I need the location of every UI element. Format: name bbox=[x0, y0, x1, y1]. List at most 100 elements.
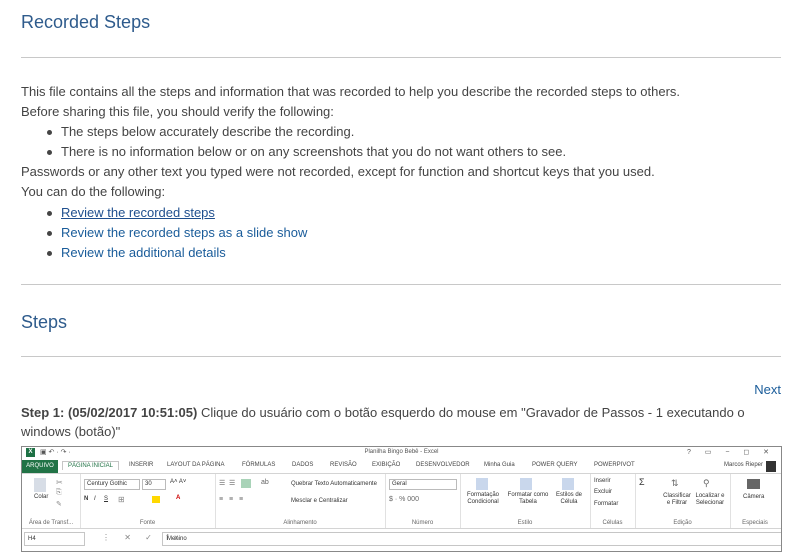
divider bbox=[21, 57, 781, 58]
options-list: Review the recorded steps Review the rec… bbox=[47, 203, 307, 263]
verify-list: The steps below accurately describe the … bbox=[47, 122, 566, 162]
tab-powerpivot[interactable]: POWERPIVOT bbox=[594, 462, 635, 468]
wrap-text-button[interactable]: Quebrar Texto Automaticamente bbox=[291, 481, 377, 487]
align-top-icon[interactable]: ☰ bbox=[219, 479, 225, 487]
link-item: Review the recorded steps bbox=[47, 203, 307, 223]
paste-icon[interactable] bbox=[34, 478, 46, 492]
divider bbox=[21, 356, 781, 357]
align-left-icon[interactable]: ≡ bbox=[219, 496, 223, 503]
window-controls[interactable]: ? ▭ − ◻ ✕ bbox=[687, 448, 775, 456]
font-size-field[interactable]: 30 bbox=[142, 479, 166, 490]
underline-button[interactable]: S bbox=[104, 496, 108, 502]
clipboard-group: Colar ✂ ⎘ ✎ Área de Transf... bbox=[22, 474, 81, 528]
tab-insert[interactable]: INSERIR bbox=[129, 462, 153, 468]
format-painter-icon[interactable]: ✎ bbox=[56, 500, 62, 508]
align-bottom-icon[interactable] bbox=[241, 479, 251, 488]
cells-group: Inserir Excluir Formatar Células bbox=[590, 474, 636, 528]
intro-verify-line: Before sharing this file, you should ver… bbox=[21, 104, 334, 119]
font-color-icon[interactable]: A bbox=[176, 495, 180, 501]
step-label: Step 1: (05/02/2017 10:51:05) bbox=[21, 405, 198, 420]
fill-color-icon[interactable] bbox=[152, 496, 160, 503]
clipboard-group-label: Área de Transf... bbox=[28, 520, 74, 526]
cell-styles-icon[interactable] bbox=[562, 478, 574, 490]
alignment-group-label: Alinhamento bbox=[283, 520, 317, 526]
delete-cells-button[interactable]: Excluir bbox=[594, 489, 612, 495]
special-group: Câmera Especiais bbox=[730, 474, 780, 528]
format-table-button[interactable]: Formatar como Tabela bbox=[506, 492, 550, 506]
alignment-group: ☰ ☰ ab ≡ ≡ ≡ Quebrar Texto Automaticamen… bbox=[215, 474, 386, 528]
tab-review[interactable]: REVISÃO bbox=[330, 462, 357, 468]
conditional-format-icon[interactable] bbox=[476, 478, 488, 490]
formula-bar-row: H4 ⋮ ✕ ✓ fx Menino bbox=[22, 531, 781, 547]
next-link[interactable]: Next bbox=[754, 382, 781, 397]
intro-line: This file contains all the steps and inf… bbox=[21, 84, 681, 99]
copy-icon[interactable]: ⎘ bbox=[56, 489, 62, 497]
insert-cells-button[interactable]: Inserir bbox=[594, 478, 611, 484]
step-screenshot[interactable]: X ▣ ↶ · ↷ · Planilha Bingo Bebê - Excel … bbox=[21, 446, 782, 552]
conditional-format-button[interactable]: Formatação Condicional bbox=[463, 492, 503, 506]
align-middle-icon[interactable]: ☰ bbox=[229, 479, 235, 487]
sort-filter-icon[interactable]: ⇅ bbox=[671, 478, 679, 489]
paste-button[interactable]: Colar bbox=[34, 494, 48, 500]
find-icon[interactable]: ⚲ bbox=[703, 478, 710, 489]
formula-bar-input[interactable]: Menino bbox=[162, 532, 781, 546]
camera-button[interactable]: Câmera bbox=[743, 494, 764, 500]
format-table-icon[interactable] bbox=[520, 478, 532, 490]
special-group-label: Especiais bbox=[742, 520, 768, 526]
link-item: Review the additional details bbox=[47, 243, 307, 263]
font-name-field[interactable]: Century Gothic bbox=[84, 479, 140, 490]
number-format-field[interactable]: Geral bbox=[389, 479, 457, 490]
cell-styles-button[interactable]: Estilos de Célula bbox=[552, 492, 586, 506]
camera-icon[interactable] bbox=[747, 479, 760, 489]
name-box[interactable]: H4 bbox=[24, 532, 85, 546]
excel-ribbon: Colar ✂ ⎘ ✎ Área de Transf... Century Go… bbox=[22, 473, 781, 529]
autosum-icon[interactable]: Σ bbox=[639, 477, 645, 487]
steps-title: Steps bbox=[21, 312, 68, 332]
italic-button[interactable]: I bbox=[94, 496, 96, 502]
additional-details-link[interactable]: Review the additional details bbox=[61, 245, 226, 260]
tab-power-query[interactable]: POWER QUERY bbox=[532, 462, 578, 468]
borders-icon[interactable]: ⊞ bbox=[118, 495, 125, 504]
editing-group-label: Edição bbox=[673, 520, 692, 526]
page-title: Recorded Steps bbox=[21, 12, 151, 32]
bold-button[interactable]: N bbox=[84, 496, 88, 502]
currency-icon[interactable]: $ · % 000 bbox=[389, 496, 419, 503]
excel-ribbon-tabs: ARQUIVO PÁGINA INICIAL INSERIR LAYOUT DA… bbox=[22, 460, 781, 473]
divider bbox=[21, 284, 781, 285]
tab-file[interactable]: ARQUIVO bbox=[22, 460, 58, 473]
tab-data[interactable]: DADOS bbox=[292, 462, 313, 468]
align-center-icon[interactable]: ≡ bbox=[229, 496, 233, 503]
merge-center-button[interactable]: Mesclar e Centralizar bbox=[291, 498, 348, 504]
find-select-button[interactable]: Localizar e Selecionar bbox=[693, 493, 727, 507]
tab-developer[interactable]: DESENVOLVEDOR bbox=[416, 462, 470, 468]
tab-formulas[interactable]: FÓRMULAS bbox=[242, 462, 275, 468]
tab-guide[interactable]: Minha Guia bbox=[484, 462, 515, 468]
tab-home[interactable]: PÁGINA INICIAL bbox=[62, 461, 120, 470]
verify-item: There is no information below or on any … bbox=[47, 142, 566, 162]
font-group-label: Fonte bbox=[139, 520, 156, 526]
verify-item: The steps below accurately describe the … bbox=[47, 122, 566, 142]
excel-window-title: Planilha Bingo Bebê - Excel bbox=[364, 449, 439, 455]
link-item: Review the recorded steps as a slide sho… bbox=[47, 223, 307, 243]
orientation-icon[interactable]: ab bbox=[261, 479, 269, 486]
font-group: Century Gothic 30 A˄ A˅ N I S ⊞ A Fonte bbox=[80, 474, 216, 528]
format-cells-button[interactable]: Formatar bbox=[594, 501, 618, 507]
slide-show-link[interactable]: Review the recorded steps as a slide sho… bbox=[61, 225, 307, 240]
editing-group: Σ ⇅ Classificar e Filtrar ⚲ Localizar e … bbox=[635, 474, 731, 528]
passwords-note: Passwords or any other text you typed we… bbox=[21, 164, 655, 179]
review-steps-link[interactable]: Review the recorded steps bbox=[61, 205, 215, 220]
user-name[interactable]: Marcos Rieper bbox=[724, 462, 763, 468]
align-right-icon[interactable]: ≡ bbox=[239, 496, 243, 503]
styles-group-label: Estilo bbox=[517, 520, 533, 526]
avatar[interactable] bbox=[766, 461, 776, 472]
sort-filter-button[interactable]: Classificar e Filtrar bbox=[661, 493, 693, 507]
styles-group: Formatação Condicional Formatar como Tab… bbox=[460, 474, 591, 528]
number-group: Geral $ · % 000 Número bbox=[385, 474, 461, 528]
grow-font-button[interactable]: A˄ A˅ bbox=[170, 479, 186, 485]
tab-page-layout[interactable]: LAYOUT DA PÁGINA bbox=[167, 462, 224, 468]
tab-view[interactable]: EXIBIÇÃO bbox=[372, 462, 400, 468]
cut-icon[interactable]: ✂ bbox=[56, 478, 63, 487]
options-line: You can do the following: bbox=[21, 184, 166, 199]
cells-group-label: Células bbox=[602, 520, 623, 526]
step-description: Step 1: (05/02/2017 10:51:05) Clique do … bbox=[21, 403, 751, 441]
